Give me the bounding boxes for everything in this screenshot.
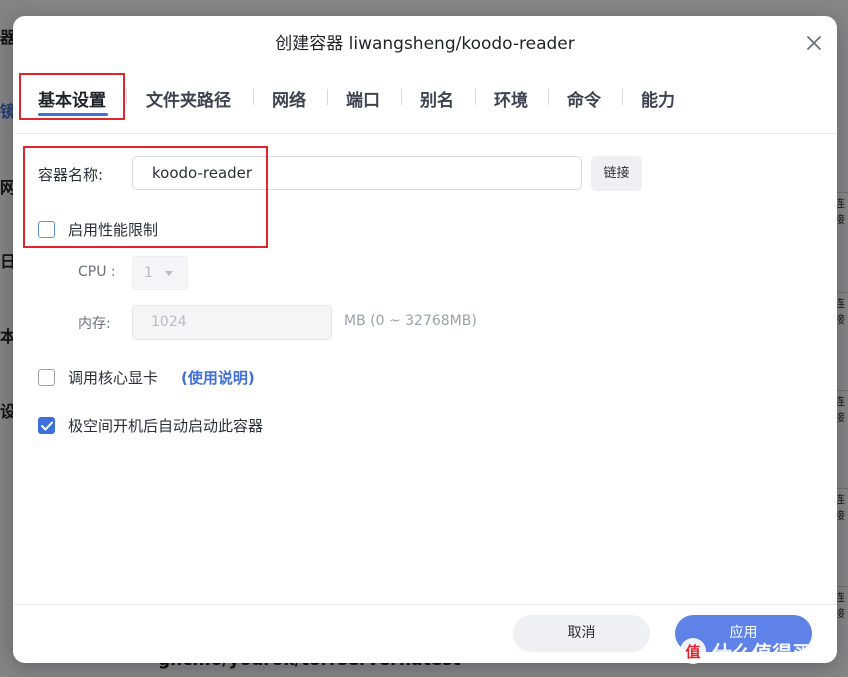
- tab-alias[interactable]: 别名: [420, 86, 454, 114]
- cpu-label: CPU :: [78, 264, 116, 280]
- chevron-down-icon: [165, 271, 173, 276]
- memory-hint: MB (0 ~ 32768MB): [344, 313, 477, 329]
- close-button[interactable]: [805, 34, 823, 52]
- close-icon: [807, 36, 821, 50]
- tab-ports[interactable]: 端口: [346, 86, 380, 114]
- dialog-title: 创建容器 liwangsheng/koodo-reader: [275, 34, 575, 54]
- memory-input[interactable]: 1024: [132, 305, 332, 340]
- gpu-label: 调用核心显卡: [68, 369, 159, 387]
- tab-separator: [548, 89, 549, 105]
- watermark-text: 什么值得买: [712, 640, 812, 665]
- cpu-select[interactable]: 1: [132, 256, 188, 290]
- watermark: 值 什么值得买: [680, 636, 812, 666]
- link-button[interactable]: 链接: [591, 156, 642, 191]
- cpu-value: 1: [144, 265, 153, 281]
- autostart-checkbox[interactable]: [38, 417, 55, 434]
- tab-environment[interactable]: 环境: [494, 86, 528, 114]
- highlight-box-form: [23, 146, 268, 248]
- tab-separator: [475, 89, 476, 105]
- tab-separator: [253, 89, 254, 105]
- footer-divider: [13, 604, 837, 605]
- tab-separator: [622, 89, 623, 105]
- watermark-logo: 值: [680, 638, 706, 664]
- tab-folder-path[interactable]: 文件夹路径: [146, 86, 231, 114]
- tab-capabilities[interactable]: 能力: [641, 86, 675, 114]
- tab-separator: [327, 89, 328, 105]
- gpu-checkbox[interactable]: [38, 369, 55, 386]
- tab-command[interactable]: 命令: [567, 86, 601, 114]
- memory-label: 内存:: [78, 316, 111, 332]
- checkmark-icon: [40, 421, 53, 430]
- gpu-help-link[interactable]: (使用说明): [181, 367, 255, 388]
- tab-network[interactable]: 网络: [272, 86, 306, 114]
- create-container-dialog: 创建容器 liwangsheng/koodo-reader 基本设置 文件夹路径…: [13, 16, 837, 663]
- cancel-button[interactable]: 取消: [513, 615, 650, 652]
- highlight-box-tab: [19, 73, 125, 120]
- tab-separator: [126, 89, 127, 105]
- tab-separator: [401, 89, 402, 105]
- autostart-label: 极空间开机后自动启动此容器: [68, 417, 264, 435]
- tab-bar: 基本设置 文件夹路径 网络 端口 别名 环境 命令 能力: [13, 82, 837, 134]
